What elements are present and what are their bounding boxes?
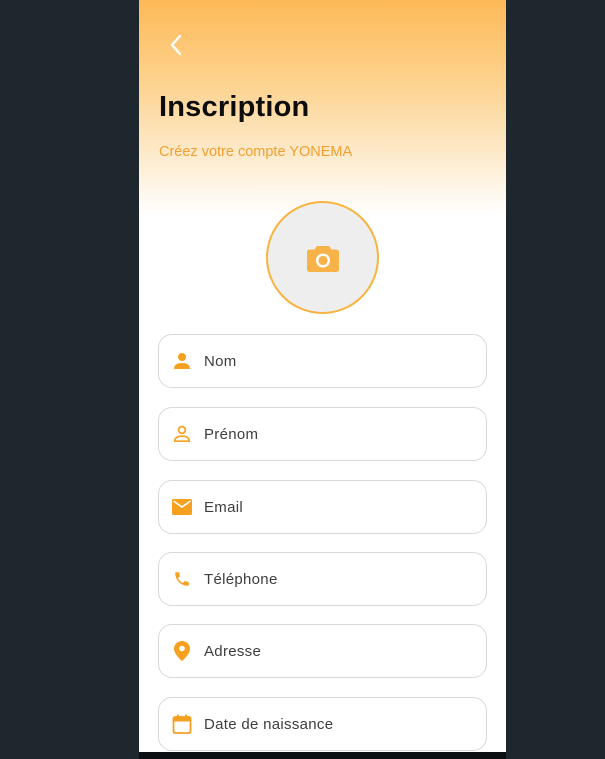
date-naissance-input[interactable] [204,715,474,733]
adresse-input[interactable] [204,642,474,660]
nom-field[interactable] [158,334,487,388]
mail-icon [172,497,192,517]
person-outline-icon [172,424,192,444]
phone-icon [172,569,192,589]
calendar-icon [172,714,192,734]
adresse-field[interactable] [158,624,487,678]
telephone-field[interactable] [158,552,487,606]
bottom-edge [139,752,506,759]
prenom-field[interactable] [158,407,487,461]
email-input[interactable] [204,498,474,516]
back-button[interactable] [161,30,191,60]
chevron-left-icon [170,34,182,56]
location-pin-icon [172,641,192,661]
person-icon [172,351,192,371]
page-title: Inscription [159,91,310,123]
prenom-input[interactable] [204,425,474,443]
profile-photo-picker[interactable] [266,201,379,314]
camera-icon [306,245,339,272]
signup-screen: Inscription Créez votre compte YONEMA [139,0,506,752]
date-naissance-field[interactable] [158,697,487,751]
nom-input[interactable] [204,352,474,370]
page-subtitle: Créez votre compte YONEMA [159,144,353,160]
telephone-input[interactable] [204,570,474,588]
email-field[interactable] [158,480,487,534]
